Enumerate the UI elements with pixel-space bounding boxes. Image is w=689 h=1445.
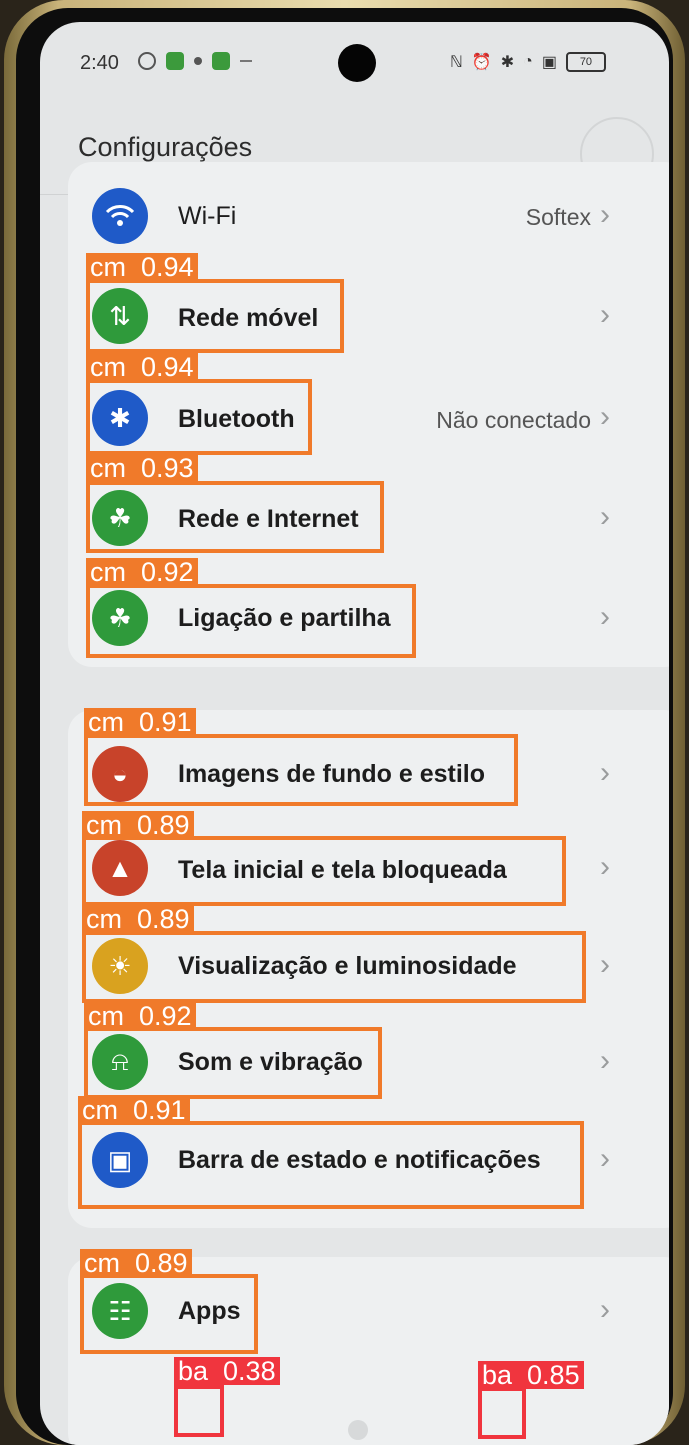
chevron-right-icon: › xyxy=(600,756,610,789)
detection-label: cm 0.93 xyxy=(86,454,198,482)
battery-icon: 70 xyxy=(565,52,606,72)
detection-box xyxy=(86,379,312,455)
detection-label: cm 0.91 xyxy=(84,708,196,736)
detection-box xyxy=(78,1121,584,1209)
detection-box xyxy=(86,481,384,553)
chevron-right-icon: › xyxy=(600,500,610,533)
nfc-icon: ℕ xyxy=(450,54,463,71)
app-notification-icon xyxy=(194,57,202,65)
wifi-status-icon: ◔ xyxy=(523,53,533,70)
page-title: Configurações xyxy=(78,132,253,162)
chevron-right-icon: › xyxy=(600,600,610,633)
detection-box xyxy=(82,931,586,1003)
detection-box xyxy=(478,1387,526,1439)
alarm-icon: ⏰ xyxy=(471,54,492,71)
settings-item-value: Não conectado xyxy=(436,407,591,433)
status-right-icons: ℕ ⏰ ✱ ◔ ▣ 70 xyxy=(450,52,606,72)
signal-icon: ▣ xyxy=(541,54,557,71)
chevron-right-icon: › xyxy=(600,400,610,433)
chevron-right-icon: › xyxy=(600,1044,610,1077)
detection-label: cm 0.89 xyxy=(80,1249,192,1277)
detection-box xyxy=(86,584,416,658)
status-left-icons xyxy=(138,52,252,70)
detection-label: cm 0.91 xyxy=(78,1096,190,1124)
bluetooth-status-icon: ✱ xyxy=(500,54,515,71)
app-notification-icon xyxy=(138,52,156,70)
detection-box xyxy=(82,836,566,906)
detection-label: cm 0.94 xyxy=(86,353,198,381)
detection-box xyxy=(84,1027,382,1099)
detection-label: cm 0.92 xyxy=(86,558,198,586)
chevron-right-icon: › xyxy=(600,948,610,981)
detection-box xyxy=(80,1274,258,1354)
detection-label: cm 0.92 xyxy=(84,1002,196,1030)
settings-item-value: Softex xyxy=(525,204,591,230)
chevron-right-icon: › xyxy=(600,1293,610,1326)
front-camera xyxy=(338,44,376,82)
status-bar: 2:40 ℕ ⏰ ✱ ◔ ▣ 70 xyxy=(40,22,669,102)
status-time: 2:40 xyxy=(80,52,119,74)
detection-label: ba 0.85 xyxy=(478,1361,584,1389)
settings-item-label: Wi-Fi xyxy=(178,202,237,230)
chevron-right-icon: › xyxy=(600,298,610,331)
detection-box xyxy=(86,279,344,353)
chevron-right-icon: › xyxy=(600,1142,610,1175)
more-icon xyxy=(240,60,252,62)
app-notification-icon xyxy=(166,52,184,70)
detection-box xyxy=(84,734,518,806)
chevron-right-icon: › xyxy=(600,198,610,231)
detection-box xyxy=(174,1385,224,1437)
app-notification-icon xyxy=(212,52,230,70)
chevron-right-icon: › xyxy=(600,850,610,883)
detection-label: cm 0.89 xyxy=(82,811,194,839)
detection-label: cm 0.94 xyxy=(86,253,198,281)
detection-label: cm 0.89 xyxy=(82,905,194,933)
detection-label: ba 0.38 xyxy=(174,1357,280,1385)
wifi-icon xyxy=(92,188,148,244)
home-indicator xyxy=(348,1420,368,1440)
